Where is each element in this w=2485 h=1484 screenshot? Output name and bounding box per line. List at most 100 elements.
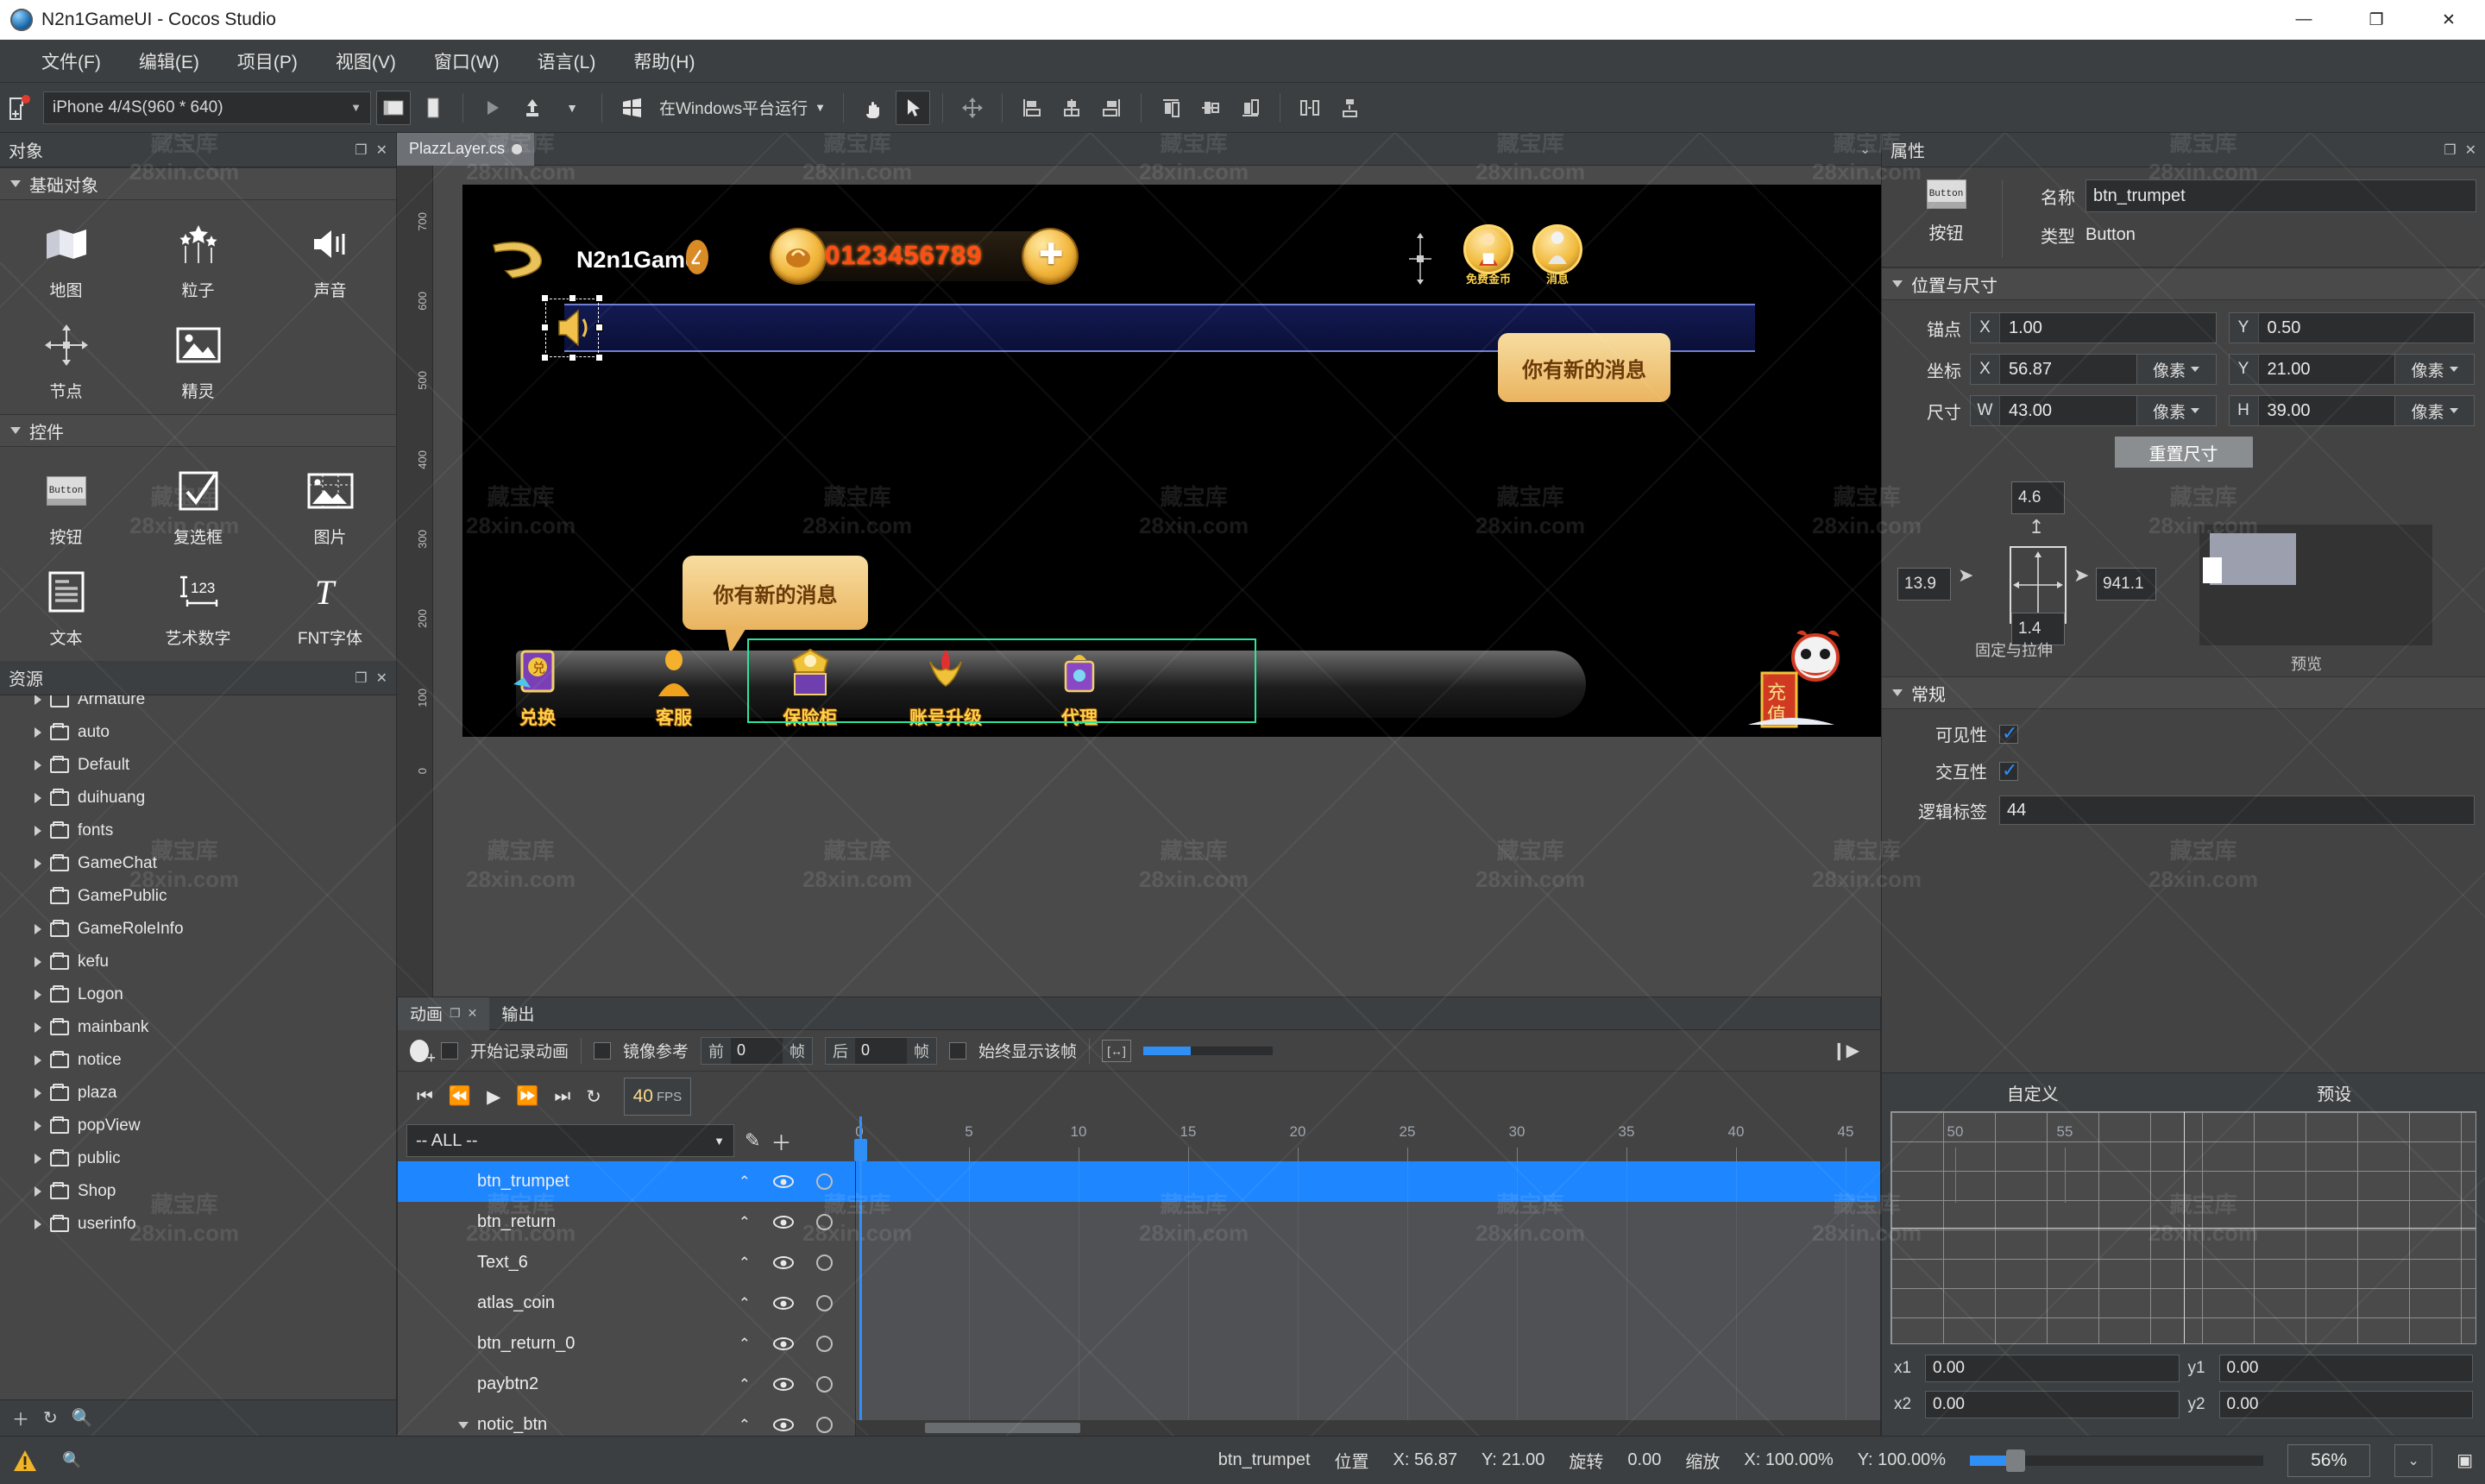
dock-group-selection[interactable]: [747, 638, 1256, 723]
tree-item[interactable]: popView: [0, 1110, 396, 1142]
node-name-input[interactable]: btn_trumpet: [2086, 179, 2476, 212]
after-input[interactable]: 0: [855, 1038, 907, 1064]
chevron-right-icon[interactable]: [35, 1154, 41, 1164]
chevron-right-icon[interactable]: [35, 957, 41, 967]
track-row[interactable]: [856, 1202, 1880, 1242]
align-bottom-icon[interactable]: [1233, 91, 1268, 125]
menu-file[interactable]: 文件(F): [22, 43, 120, 79]
eye-icon[interactable]: [773, 1216, 794, 1229]
menu-view[interactable]: 视图(V): [317, 43, 415, 79]
resource-tree[interactable]: Armature auto Default duihuang fonts Gam…: [0, 695, 396, 1399]
tile-image[interactable]: 图片: [264, 456, 396, 556]
layer-row[interactable]: btn_return_0 ⌃: [398, 1324, 855, 1364]
chevron-up-icon[interactable]: ⌃: [739, 1254, 751, 1272]
chevron-right-icon[interactable]: [35, 924, 41, 934]
chevron-right-icon[interactable]: [35, 1121, 41, 1131]
coord-x-unit-select[interactable]: 像素: [2137, 354, 2217, 385]
chevron-up-icon[interactable]: ⌃: [739, 1173, 751, 1191]
pencil-icon[interactable]: ✎: [745, 1129, 760, 1152]
distribute-v-icon[interactable]: [1332, 91, 1367, 125]
add-icon[interactable]: ＋: [12, 1405, 29, 1431]
chevron-down-icon[interactable]: ⌄: [2394, 1444, 2432, 1477]
interactivity-checkbox[interactable]: [1999, 762, 2018, 781]
tree-item[interactable]: public: [0, 1142, 396, 1175]
zoom-level-value[interactable]: 56%: [2287, 1444, 2370, 1477]
size-h-field[interactable]: H 39.00: [2229, 395, 2396, 426]
float-icon[interactable]: ❐: [355, 141, 367, 159]
chevron-up-icon[interactable]: ⌃: [739, 1376, 751, 1393]
tree-item[interactable]: Armature: [0, 695, 396, 716]
publish-icon[interactable]: [515, 91, 550, 125]
chevron-right-icon[interactable]: [35, 858, 41, 869]
layer-row[interactable]: paybtn2 ⌃: [398, 1364, 855, 1405]
before-frames-group[interactable]: 前 0 帧: [701, 1037, 813, 1065]
track-row[interactable]: [856, 1324, 1880, 1364]
tree-item[interactable]: mainbank: [0, 1011, 396, 1044]
group-header-basic-objects[interactable]: 基础对象: [0, 167, 396, 200]
tree-item[interactable]: kefu: [0, 946, 396, 978]
tile-checkbox[interactable]: 复选框: [132, 456, 264, 556]
minimize-button[interactable]: —: [2268, 0, 2340, 40]
tree-item[interactable]: GamePublic: [0, 880, 396, 913]
keyframe-circle-icon[interactable]: [816, 1336, 833, 1352]
timeline-hscrollbar[interactable]: [856, 1420, 1880, 1436]
expand-panel-icon[interactable]: ❙▶: [1832, 1040, 1868, 1061]
tree-item[interactable]: fonts: [0, 814, 396, 847]
section-header-general[interactable]: 常规: [1882, 676, 2485, 709]
search-icon[interactable]: 🔍: [72, 1407, 93, 1429]
coord-y-field[interactable]: Y 21.00: [2229, 354, 2396, 385]
menu-edit[interactable]: 编辑(E): [120, 43, 218, 79]
tile-node[interactable]: 节点: [0, 310, 132, 411]
close-button[interactable]: ✕: [2413, 0, 2485, 40]
float-icon[interactable]: ❐: [355, 670, 367, 687]
dock-item-exchange[interactable]: 兑 兑换: [490, 646, 585, 730]
play-icon[interactable]: ▶: [487, 1086, 500, 1108]
curve-x2-input[interactable]: 0.00: [1925, 1391, 2180, 1418]
tab-preset-curve[interactable]: 预设: [2184, 1080, 2485, 1105]
resize-handle[interactable]: [541, 294, 549, 302]
anchor-y-field[interactable]: Y 0.50: [2229, 312, 2476, 343]
close-icon[interactable]: ✕: [376, 670, 387, 687]
fit-screen-icon[interactable]: ▣: [2457, 1449, 2473, 1471]
track-row[interactable]: [856, 1283, 1880, 1324]
portrait-icon[interactable]: [416, 91, 450, 125]
menu-project[interactable]: 项目(P): [218, 43, 317, 79]
stretch-top-value[interactable]: 4.6: [2011, 481, 2065, 514]
align-top-icon[interactable]: [1154, 91, 1188, 125]
device-preset-select[interactable]: iPhone 4/4S(960 * 640) ▼: [43, 91, 371, 124]
chevron-right-icon[interactable]: [35, 695, 41, 705]
curve-x1-input[interactable]: 0.00: [1925, 1355, 2180, 1382]
float-icon[interactable]: ❐: [450, 1006, 461, 1021]
reset-size-button[interactable]: 重置尺寸: [2115, 437, 2253, 468]
keyframe-circle-icon[interactable]: [816, 1376, 833, 1393]
chevron-right-icon[interactable]: [35, 1022, 41, 1033]
add-coin-button[interactable]: ✚: [1023, 230, 1077, 283]
close-icon[interactable]: ✕: [376, 141, 387, 159]
curve-y1-input[interactable]: 0.00: [2219, 1355, 2474, 1382]
hand-tool-icon[interactable]: [856, 91, 890, 125]
tile-fnt-font[interactable]: T FNT字体: [264, 556, 396, 657]
layer-row[interactable]: Text_6 ⌃: [398, 1242, 855, 1283]
menu-help[interactable]: 帮助(H): [614, 43, 714, 79]
resize-handle[interactable]: [595, 354, 603, 362]
zoom-slider[interactable]: [1970, 1456, 2263, 1466]
free-coin-button[interactable]: 免费金币: [1463, 224, 1513, 285]
tile-sound[interactable]: 声音: [264, 209, 396, 310]
chevron-up-icon[interactable]: ⌃: [739, 1417, 751, 1434]
tree-item[interactable]: plaza: [0, 1077, 396, 1110]
after-frames-group[interactable]: 后 0 帧: [825, 1037, 937, 1065]
tile-sprite[interactable]: 精灵: [132, 310, 264, 411]
keyframe-circle-icon[interactable]: [816, 1417, 833, 1433]
anchor-x-field[interactable]: X 1.00: [1970, 312, 2217, 343]
align-right-icon[interactable]: [1094, 91, 1129, 125]
track-row[interactable]: [856, 1242, 1880, 1283]
chevron-down-icon[interactable]: [458, 1422, 469, 1429]
size-w-field[interactable]: W 43.00: [1970, 395, 2137, 426]
resize-handle[interactable]: [541, 324, 549, 331]
resize-handle[interactable]: [569, 354, 576, 362]
size-w-unit-select[interactable]: 像素: [2137, 395, 2217, 426]
frame-range-icon[interactable]: [↔]: [1102, 1040, 1131, 1062]
chevron-right-icon[interactable]: [35, 990, 41, 1000]
tile-particle[interactable]: 粒子: [132, 209, 264, 310]
keyframe-circle-icon[interactable]: [816, 1173, 833, 1190]
